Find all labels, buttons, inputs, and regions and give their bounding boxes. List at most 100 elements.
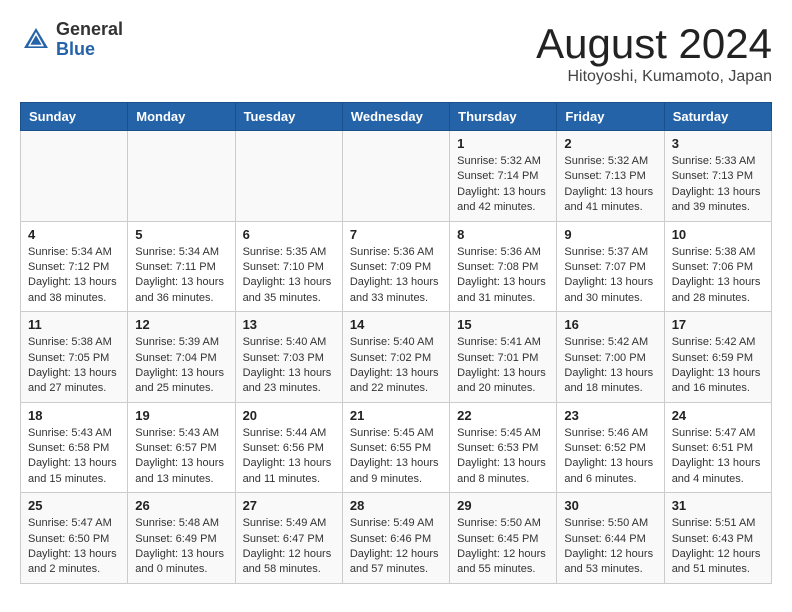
- logo-text: General Blue: [56, 20, 123, 60]
- calendar-week-row: 25 Sunrise: 5:47 AMSunset: 6:50 PMDayligh…: [21, 493, 772, 584]
- calendar-day-cell: 24 Sunrise: 5:47 AMSunset: 6:51 PMDayligh…: [664, 402, 771, 493]
- calendar-day-cell: 7Sunrise: 5:36 AMSunset: 7:09 PMDaylight…: [342, 221, 449, 312]
- day-info: Sunrise: 5:48 AMSunset: 6:49 PMDaylight:…: [135, 516, 227, 578]
- day-info: Sunrise: 5:43 AMSunset: 6:58 PMDaylight:…: [28, 426, 120, 488]
- day-info: Sunrise: 5:47 AMSunset: 6:50 PMDaylight:…: [28, 516, 120, 578]
- calendar-day-cell: 1 Sunrise: 5:32 AMSunset: 7:14 PMDaylight…: [450, 131, 557, 222]
- day-info: Sunrise: 5:45 AMSunset: 6:53 PMDaylight:…: [457, 426, 549, 488]
- calendar-day-cell: 6Sunrise: 5:35 AMSunset: 7:10 PMDaylight…: [235, 221, 342, 312]
- day-number: 22: [457, 408, 549, 423]
- day-number: 24: [672, 408, 764, 423]
- day-number: 14: [350, 317, 442, 332]
- logo-general-text: General: [56, 20, 123, 40]
- calendar-day-cell: 17Sunrise: 5:42 AMSunset: 6:59 PMDayligh…: [664, 312, 771, 403]
- day-info: Sunrise: 5:33 AMSunset: 7:13 PMDaylight:…: [672, 154, 764, 216]
- day-info: Sunrise: 5:42 AMSunset: 7:00 PMDaylight:…: [564, 335, 656, 397]
- day-info: Sunrise: 5:50 AMSunset: 6:45 PMDaylight:…: [457, 516, 549, 578]
- day-info: Sunrise: 5:49 AMSunset: 6:47 PMDaylight:…: [243, 516, 335, 578]
- col-friday: Friday: [557, 103, 664, 131]
- calendar-header: Sunday Monday Tuesday Wednesday Thursday…: [21, 103, 772, 131]
- day-info: Sunrise: 5:42 AMSunset: 6:59 PMDaylight:…: [672, 335, 764, 397]
- calendar-day-cell: 29Sunrise: 5:50 AMSunset: 6:45 PMDayligh…: [450, 493, 557, 584]
- calendar-day-cell: [235, 131, 342, 222]
- header-row: Sunday Monday Tuesday Wednesday Thursday…: [21, 103, 772, 131]
- day-number: 28: [350, 498, 442, 513]
- calendar-day-cell: 13 Sunrise: 5:40 AMSunset: 7:03 PMDayligh…: [235, 312, 342, 403]
- day-number: 25: [28, 498, 120, 513]
- calendar-day-cell: 8 Sunrise: 5:36 AMSunset: 7:08 PMDaylight…: [450, 221, 557, 312]
- calendar-day-cell: 27 Sunrise: 5:49 AMSunset: 6:47 PMDayligh…: [235, 493, 342, 584]
- calendar-day-cell: 31 Sunrise: 5:51 AMSunset: 6:43 PMDayligh…: [664, 493, 771, 584]
- day-number: 27: [243, 498, 335, 513]
- day-number: 31: [672, 498, 764, 513]
- day-number: 5: [135, 227, 227, 242]
- day-number: 19: [135, 408, 227, 423]
- day-info: Sunrise: 5:38 AMSunset: 7:06 PMDaylight:…: [672, 245, 764, 307]
- day-number: 12: [135, 317, 227, 332]
- day-info: Sunrise: 5:36 AMSunset: 7:09 PMDaylight:…: [350, 245, 442, 307]
- logo-icon: [20, 24, 52, 56]
- day-info: Sunrise: 5:45 AMSunset: 6:55 PMDaylight:…: [350, 426, 442, 488]
- day-info: Sunrise: 5:51 AMSunset: 6:43 PMDaylight:…: [672, 516, 764, 578]
- calendar-day-cell: [342, 131, 449, 222]
- calendar-day-cell: [128, 131, 235, 222]
- calendar-day-cell: 15 Sunrise: 5:41 AMSunset: 7:01 PMDayligh…: [450, 312, 557, 403]
- calendar-day-cell: 22 Sunrise: 5:45 AMSunset: 6:53 PMDayligh…: [450, 402, 557, 493]
- calendar-day-cell: 23Sunrise: 5:46 AMSunset: 6:52 PMDayligh…: [557, 402, 664, 493]
- calendar-day-cell: [21, 131, 128, 222]
- calendar-day-cell: 20Sunrise: 5:44 AMSunset: 6:56 PMDayligh…: [235, 402, 342, 493]
- day-info: Sunrise: 5:40 AMSunset: 7:03 PMDaylight:…: [243, 335, 335, 397]
- col-sunday: Sunday: [21, 103, 128, 131]
- day-info: Sunrise: 5:34 AMSunset: 7:12 PMDaylight:…: [28, 245, 120, 307]
- day-number: 26: [135, 498, 227, 513]
- calendar-day-cell: 16 Sunrise: 5:42 AMSunset: 7:00 PMDayligh…: [557, 312, 664, 403]
- day-info: Sunrise: 5:36 AMSunset: 7:08 PMDaylight:…: [457, 245, 549, 307]
- day-info: Sunrise: 5:40 AMSunset: 7:02 PMDaylight:…: [350, 335, 442, 397]
- day-info: Sunrise: 5:46 AMSunset: 6:52 PMDaylight:…: [564, 426, 656, 488]
- day-info: Sunrise: 5:39 AMSunset: 7:04 PMDaylight:…: [135, 335, 227, 397]
- day-info: Sunrise: 5:38 AMSunset: 7:05 PMDaylight:…: [28, 335, 120, 397]
- calendar-week-row: 11Sunrise: 5:38 AMSunset: 7:05 PMDayligh…: [21, 312, 772, 403]
- day-info: Sunrise: 5:32 AMSunset: 7:13 PMDaylight:…: [564, 154, 656, 216]
- calendar-day-cell: 28 Sunrise: 5:49 AMSunset: 6:46 PMDayligh…: [342, 493, 449, 584]
- calendar-day-cell: 18 Sunrise: 5:43 AMSunset: 6:58 PMDayligh…: [21, 402, 128, 493]
- day-number: 15: [457, 317, 549, 332]
- calendar-day-cell: 2Sunrise: 5:32 AMSunset: 7:13 PMDaylight…: [557, 131, 664, 222]
- logo-blue-text: Blue: [56, 40, 123, 60]
- calendar-week-row: 1 Sunrise: 5:32 AMSunset: 7:14 PMDaylight…: [21, 131, 772, 222]
- col-thursday: Thursday: [450, 103, 557, 131]
- calendar-day-cell: 25 Sunrise: 5:47 AMSunset: 6:50 PMDayligh…: [21, 493, 128, 584]
- calendar-day-cell: 4 Sunrise: 5:34 AMSunset: 7:12 PMDaylight…: [21, 221, 128, 312]
- calendar-day-cell: 3Sunrise: 5:33 AMSunset: 7:13 PMDaylight…: [664, 131, 771, 222]
- day-number: 4: [28, 227, 120, 242]
- day-number: 10: [672, 227, 764, 242]
- day-info: Sunrise: 5:50 AMSunset: 6:44 PMDaylight:…: [564, 516, 656, 578]
- calendar-day-cell: 12 Sunrise: 5:39 AMSunset: 7:04 PMDayligh…: [128, 312, 235, 403]
- logo: General Blue: [20, 20, 123, 60]
- day-info: Sunrise: 5:43 AMSunset: 6:57 PMDaylight:…: [135, 426, 227, 488]
- title-area: August 2024 Hitoyoshi, Kumamoto, Japan: [536, 20, 772, 86]
- day-number: 18: [28, 408, 120, 423]
- col-monday: Monday: [128, 103, 235, 131]
- calendar-day-cell: 5 Sunrise: 5:34 AMSunset: 7:11 PMDaylight…: [128, 221, 235, 312]
- location: Hitoyoshi, Kumamoto, Japan: [536, 68, 772, 86]
- day-info: Sunrise: 5:41 AMSunset: 7:01 PMDaylight:…: [457, 335, 549, 397]
- calendar-week-row: 4 Sunrise: 5:34 AMSunset: 7:12 PMDaylight…: [21, 221, 772, 312]
- col-tuesday: Tuesday: [235, 103, 342, 131]
- calendar-day-cell: 14 Sunrise: 5:40 AMSunset: 7:02 PMDayligh…: [342, 312, 449, 403]
- calendar-day-cell: 9Sunrise: 5:37 AMSunset: 7:07 PMDaylight…: [557, 221, 664, 312]
- calendar-day-cell: 19 Sunrise: 5:43 AMSunset: 6:57 PMDayligh…: [128, 402, 235, 493]
- day-info: Sunrise: 5:32 AMSunset: 7:14 PMDaylight:…: [457, 154, 549, 216]
- day-info: Sunrise: 5:47 AMSunset: 6:51 PMDaylight:…: [672, 426, 764, 488]
- day-number: 1: [457, 136, 549, 151]
- col-saturday: Saturday: [664, 103, 771, 131]
- calendar-body: 1 Sunrise: 5:32 AMSunset: 7:14 PMDaylight…: [21, 131, 772, 584]
- month-title: August 2024: [536, 20, 772, 68]
- day-info: Sunrise: 5:34 AMSunset: 7:11 PMDaylight:…: [135, 245, 227, 307]
- day-info: Sunrise: 5:49 AMSunset: 6:46 PMDaylight:…: [350, 516, 442, 578]
- day-info: Sunrise: 5:37 AMSunset: 7:07 PMDaylight:…: [564, 245, 656, 307]
- day-number: 13: [243, 317, 335, 332]
- day-number: 8: [457, 227, 549, 242]
- calendar-day-cell: 11Sunrise: 5:38 AMSunset: 7:05 PMDayligh…: [21, 312, 128, 403]
- day-number: 16: [564, 317, 656, 332]
